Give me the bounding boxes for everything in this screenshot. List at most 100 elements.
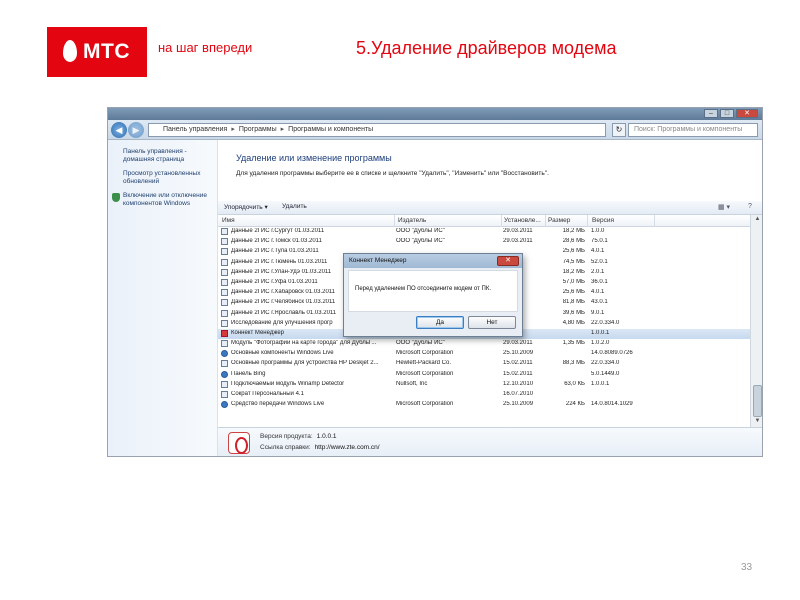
product-version: Версия продукта: 1.0.0.1 <box>260 433 337 440</box>
connect-manager-icon <box>228 432 250 454</box>
windows-live-icon <box>221 370 228 378</box>
no-button[interactable]: Нет <box>468 316 516 329</box>
table-row[interactable]: Панель Bing Microsoft Corporation 15.02.20… <box>218 370 750 380</box>
help-link-value[interactable]: http://www.zte.com.cn/ <box>311 444 380 451</box>
cell-version: 75.0.1 <box>591 238 608 245</box>
content-title: Удаление или изменение программы <box>236 153 392 163</box>
product-version-label: Версия продукта: <box>260 433 313 440</box>
details-pane: Версия продукта: 1.0.0.1 Ссылка справки: h… <box>218 427 762 456</box>
cell-size: 88,3 МБ <box>562 360 585 367</box>
breadcrumb-item[interactable]: Программы <box>239 126 277 133</box>
column-name[interactable]: Имя <box>222 217 235 224</box>
column-version[interactable]: Версия <box>592 217 614 224</box>
windows-live-icon <box>221 350 228 358</box>
cell-version: 1.0.0 <box>591 228 605 234</box>
cell-publisher: ООО "ДубльГИС" <box>396 228 445 234</box>
yes-button[interactable]: Да <box>416 316 464 329</box>
cell-version: 2.0.1 <box>591 268 605 275</box>
cell-name: Панель Bing <box>231 370 266 377</box>
cell-version: 4.0.1 <box>591 289 605 296</box>
dialog-body: Перед удалением ПО отсоедините модем от … <box>348 270 518 312</box>
help-link-label: Ссылка справки: <box>260 444 311 451</box>
cell-installed: 12.10.2010 <box>503 380 534 387</box>
column-publisher[interactable]: Издатель <box>398 217 426 224</box>
cell-size: 25,6 МБ <box>562 248 585 255</box>
cell-name: Основные программы для устройства HP Des… <box>231 360 379 367</box>
title-bar: – □ ✕ <box>108 108 762 120</box>
table-row[interactable]: Основные компоненты Windows Live Microsof… <box>218 349 750 359</box>
cell-name: Сократ Персональный 4.1 <box>231 391 304 397</box>
table-row[interactable]: Основные программы для устройства HP Des… <box>218 359 750 369</box>
address-bar: ◀ ▶ Панель управления ▸ Программы ▸ Программ… <box>108 120 762 140</box>
cell-version: 1.0.0.1 <box>591 380 610 387</box>
package-icon <box>221 380 228 388</box>
search-input[interactable]: Поиск: Программы и компоненты <box>628 123 758 137</box>
cell-publisher: Microsoft Corporation <box>396 370 454 377</box>
package-icon <box>221 319 228 327</box>
cell-size: 57,0 МБ <box>562 278 585 285</box>
close-icon[interactable]: ✕ <box>497 256 519 266</box>
cell-installed: 25.10.2009 <box>503 350 534 357</box>
package-icon <box>221 248 228 256</box>
maximize-button[interactable]: □ <box>720 109 734 118</box>
refresh-icon[interactable]: ↻ <box>612 123 626 137</box>
cell-size: 39,6 МБ <box>562 309 585 316</box>
uninstall-button[interactable]: Удалить <box>282 203 307 210</box>
cell-size: 1,35 МБ <box>562 340 585 347</box>
minimize-button[interactable]: – <box>704 109 718 118</box>
shield-icon <box>112 193 120 202</box>
table-row[interactable]: Сократ Персональный 4.1 16.07.2010 <box>218 390 750 400</box>
cell-installed: 29.03.2011 <box>503 340 533 347</box>
page-number: 33 <box>741 562 753 573</box>
close-window-button[interactable]: ✕ <box>736 109 758 118</box>
table-row[interactable]: Модуль "Фотографии на карте города" для … <box>218 339 750 349</box>
scroll-up-icon[interactable]: ▲ <box>753 216 762 222</box>
table-row[interactable]: Средство передачи Windows Live Microsoft … <box>218 400 750 410</box>
cell-size: 18,2 МБ <box>562 268 585 275</box>
windows-live-icon <box>221 401 228 409</box>
breadcrumb-item[interactable]: Программы и компоненты <box>288 126 373 133</box>
cell-name: Основные компоненты Windows Live <box>231 350 334 357</box>
cell-name: Данные 2ГИС г.Томск 01.03.2011 <box>231 238 322 245</box>
cell-publisher: Nullsoft, Inc <box>396 380 428 387</box>
package-icon <box>221 268 228 276</box>
dialog-message: Перед удалением ПО отсоедините модем от … <box>355 286 492 292</box>
vertical-scrollbar[interactable]: ▲ ▼ <box>750 215 762 427</box>
left-pane: Панель управления - домашняя страница Пр… <box>108 140 218 456</box>
cell-publisher: Microsoft Corporation <box>396 350 454 357</box>
organize-button[interactable]: Упорядочить ▾ <box>224 203 268 211</box>
table-row[interactable]: Подключаемый модуль Winamp Detector Nulls… <box>218 380 750 390</box>
scroll-thumb[interactable] <box>753 385 762 417</box>
breadcrumb[interactable]: Панель управления ▸ Программы ▸ Программы и … <box>148 123 606 137</box>
package-icon <box>221 299 228 307</box>
table-row[interactable]: Данные 2ГИС г.Томск 01.03.2011 ООО "Дубль… <box>218 237 750 247</box>
table-row[interactable]: Данные 2ГИС г.Сургут 01.03.2011 ООО "Дубл… <box>218 227 750 237</box>
cell-publisher: Microsoft Corporation <box>396 401 454 408</box>
view-updates-link[interactable]: Просмотр установленных обновлений <box>123 170 215 186</box>
mts-logo: МТС <box>47 27 147 77</box>
package-icon <box>221 360 228 368</box>
back-arrow-icon[interactable]: ◀ <box>111 122 127 138</box>
cell-installed: 25.10.2009 <box>503 401 534 408</box>
cell-version: 22.0.334.0 <box>591 319 620 326</box>
cell-installed: 15.02.2011 <box>503 360 533 367</box>
breadcrumb-item[interactable]: Панель управления <box>163 126 227 133</box>
column-size[interactable]: Размер <box>548 217 570 224</box>
package-icon <box>221 289 228 297</box>
cell-publisher: ООО "ДубльГИС" <box>396 340 445 347</box>
forward-arrow-icon[interactable]: ▶ <box>128 122 144 138</box>
control-panel-home-link[interactable]: Панель управления - домашняя страница <box>123 148 215 164</box>
package-icon <box>221 340 228 348</box>
windows-features-link[interactable]: Включение или отключение компонентов Win… <box>123 192 215 208</box>
cell-name: Данные 2ГИС г.Сургут 01.03.2011 <box>231 228 325 234</box>
cell-size: 18,2 МБ <box>562 228 585 234</box>
view-options-icon[interactable]: ▦ ▾ <box>718 203 730 211</box>
cell-version: 1.0.0.1 <box>591 329 610 336</box>
cell-version: 9.0.1 <box>591 309 605 316</box>
connect-manager-icon <box>221 329 228 337</box>
help-icon[interactable]: ? <box>748 203 752 210</box>
product-version-value: 1.0.0.1 <box>316 433 337 440</box>
package-icon <box>221 278 228 286</box>
scroll-down-icon[interactable]: ▼ <box>753 418 762 424</box>
column-installed[interactable]: Установле... <box>504 217 541 224</box>
